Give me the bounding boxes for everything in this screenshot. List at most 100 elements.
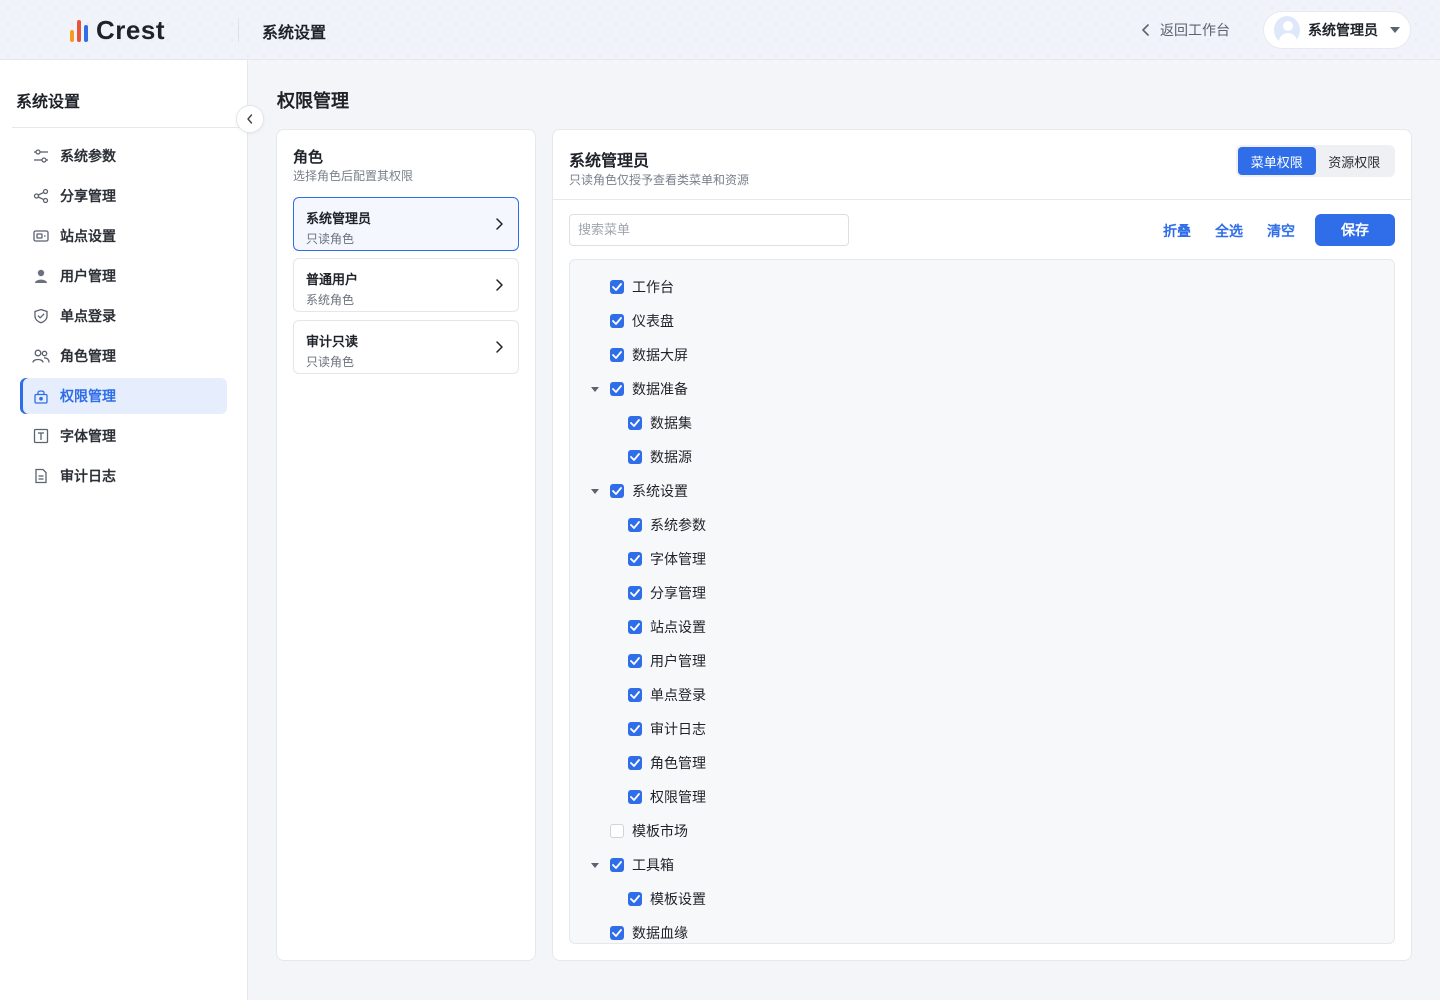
tree-node[interactable]: 审计日志	[628, 717, 706, 741]
checkbox-checked-icon[interactable]	[610, 484, 624, 498]
checkbox-checked-icon[interactable]	[628, 892, 642, 906]
checkbox-checked-icon[interactable]	[628, 790, 642, 804]
checkbox-checked-icon[interactable]	[628, 654, 642, 668]
role-type: 只读角色	[306, 355, 355, 369]
tree-node-label: 系统设置	[632, 484, 688, 500]
tree-node[interactable]: 站点设置	[628, 615, 706, 639]
sidebar-item-users[interactable]: 用户管理	[20, 258, 227, 294]
sidebar-item-label: 站点设置	[60, 229, 116, 245]
select-all-button[interactable]: 全选	[1215, 221, 1243, 241]
tree-node[interactable]: 字体管理	[628, 547, 706, 571]
tree-node[interactable]: 系统设置	[610, 479, 688, 503]
checkbox-checked-icon[interactable]	[610, 858, 624, 872]
checkbox-checked-icon[interactable]	[628, 518, 642, 532]
checkbox-checked-icon[interactable]	[628, 722, 642, 736]
tree-node[interactable]: 系统参数	[628, 513, 706, 537]
document-icon	[32, 467, 50, 485]
tree-node-label: 系统参数	[650, 518, 706, 534]
role-card-normal-user[interactable]: 普通用户 系统角色	[293, 258, 519, 312]
tree-node[interactable]: 数据准备	[610, 377, 688, 401]
tree-node[interactable]: 用户管理	[628, 649, 706, 673]
tree-node[interactable]: 数据集	[628, 411, 692, 435]
role-card-admin[interactable]: 系统管理员 只读角色	[293, 197, 519, 251]
role-type: 只读角色	[306, 232, 355, 246]
checkbox-checked-icon[interactable]	[628, 586, 642, 600]
sidebar-item-site[interactable]: 站点设置	[20, 218, 227, 254]
tree-node[interactable]: 工作台	[610, 275, 674, 299]
tree-node[interactable]: 单点登录	[628, 683, 706, 707]
checkbox-checked-icon[interactable]	[610, 348, 624, 362]
tree-node[interactable]: 数据血缘	[610, 921, 688, 943]
sidebar-item-share[interactable]: 分享管理	[20, 178, 227, 214]
save-button[interactable]: 保存	[1315, 214, 1395, 246]
tree-node[interactable]: 工具箱	[610, 853, 674, 877]
role-card-audit-readonly[interactable]: 审计只读 只读角色	[293, 320, 519, 374]
sidebar-collapse-button[interactable]	[236, 105, 264, 133]
tree-node[interactable]: 模板市场	[610, 819, 688, 843]
sidebar-title: 系统设置	[16, 92, 81, 111]
sidebar-item-sso[interactable]: 单点登录	[20, 298, 227, 334]
sidebar-item-fonts[interactable]: 字体管理	[20, 418, 227, 454]
page-title: 权限管理	[277, 91, 349, 112]
tree-node[interactable]: 仪表盘	[610, 309, 674, 333]
permissions-title: 系统管理员	[569, 151, 650, 170]
tree-node[interactable]: 数据大屏	[610, 343, 688, 367]
app-logo[interactable]: Crest	[70, 14, 165, 46]
clear-button[interactable]: 清空	[1267, 221, 1295, 241]
tree-node[interactable]: 权限管理	[628, 785, 706, 809]
user-menu[interactable]: 系统管理员	[1263, 11, 1411, 49]
tab-resource-permissions[interactable]: 资源权限	[1316, 147, 1394, 175]
sliders-icon	[32, 147, 50, 165]
checkbox-checked-icon[interactable]	[610, 314, 624, 328]
back-label: 返回工作台	[1160, 23, 1230, 39]
tree-node[interactable]: 模板设置	[628, 887, 706, 911]
tree-node[interactable]: 分享管理	[628, 581, 706, 605]
back-to-workbench-link[interactable]: 返回工作台	[1140, 20, 1230, 40]
sidebar-item-permissions[interactable]: 权限管理	[20, 378, 227, 414]
checkbox-checked-icon[interactable]	[628, 552, 642, 566]
tree-node-label: 模板设置	[650, 892, 706, 908]
tree-node[interactable]: 数据源	[628, 445, 692, 469]
tree-node-label: 数据源	[650, 450, 692, 466]
sidebar-item-label: 字体管理	[60, 429, 116, 445]
tree-node-label: 审计日志	[650, 722, 706, 738]
sidebar-item-system-params[interactable]: 系统参数	[20, 138, 227, 174]
tree-node-label: 权限管理	[650, 790, 706, 806]
checkbox-checked-icon[interactable]	[610, 280, 624, 294]
shield-icon	[32, 307, 50, 325]
sidebar-item-roles[interactable]: 角色管理	[20, 338, 227, 374]
logo-text: Crest	[96, 14, 165, 45]
expand-toggle-icon[interactable]	[591, 489, 599, 494]
role-name: 审计只读	[306, 335, 359, 350]
header-title: 系统设置	[262, 23, 327, 42]
site-icon	[32, 227, 50, 245]
checkbox-checked-icon[interactable]	[628, 450, 642, 464]
header-divider	[238, 18, 239, 42]
tree-node-label: 用户管理	[650, 654, 706, 670]
checkbox-checked-icon[interactable]	[628, 620, 642, 634]
tree-node-label: 模板市场	[632, 824, 688, 840]
chevron-left-icon	[247, 114, 253, 124]
sidebar-item-label: 用户管理	[60, 269, 116, 285]
chevron-right-icon	[496, 279, 503, 291]
sidebar-item-audit-log[interactable]: 审计日志	[20, 458, 227, 494]
checkbox-unchecked-icon[interactable]	[610, 824, 624, 838]
user-icon	[32, 267, 50, 285]
tree-node[interactable]: 角色管理	[628, 751, 706, 775]
collapse-button[interactable]: 折叠	[1163, 221, 1191, 241]
sidebar-nav: 系统参数 分享管理 站点设置 用户管理 单点登录 角色管理 权限管理 字体管理 …	[20, 138, 227, 498]
checkbox-checked-icon[interactable]	[628, 416, 642, 430]
tree-node-label: 站点设置	[650, 620, 706, 636]
tab-menu-permissions[interactable]: 菜单权限	[1238, 147, 1316, 175]
checkbox-checked-icon[interactable]	[610, 926, 624, 940]
expand-toggle-icon[interactable]	[591, 387, 599, 392]
checkbox-checked-icon[interactable]	[628, 688, 642, 702]
menu-permission-tree[interactable]: 工作台仪表盘数据大屏数据准备数据集数据源系统设置系统参数字体管理分享管理站点设置…	[569, 259, 1395, 944]
checkbox-checked-icon[interactable]	[610, 382, 624, 396]
checkbox-checked-icon[interactable]	[628, 756, 642, 770]
search-input[interactable]	[569, 214, 849, 246]
tree-node-label: 数据大屏	[632, 348, 688, 364]
sidebar-item-label: 系统参数	[60, 149, 116, 165]
tree-node-label: 字体管理	[650, 552, 706, 568]
expand-toggle-icon[interactable]	[591, 863, 599, 868]
